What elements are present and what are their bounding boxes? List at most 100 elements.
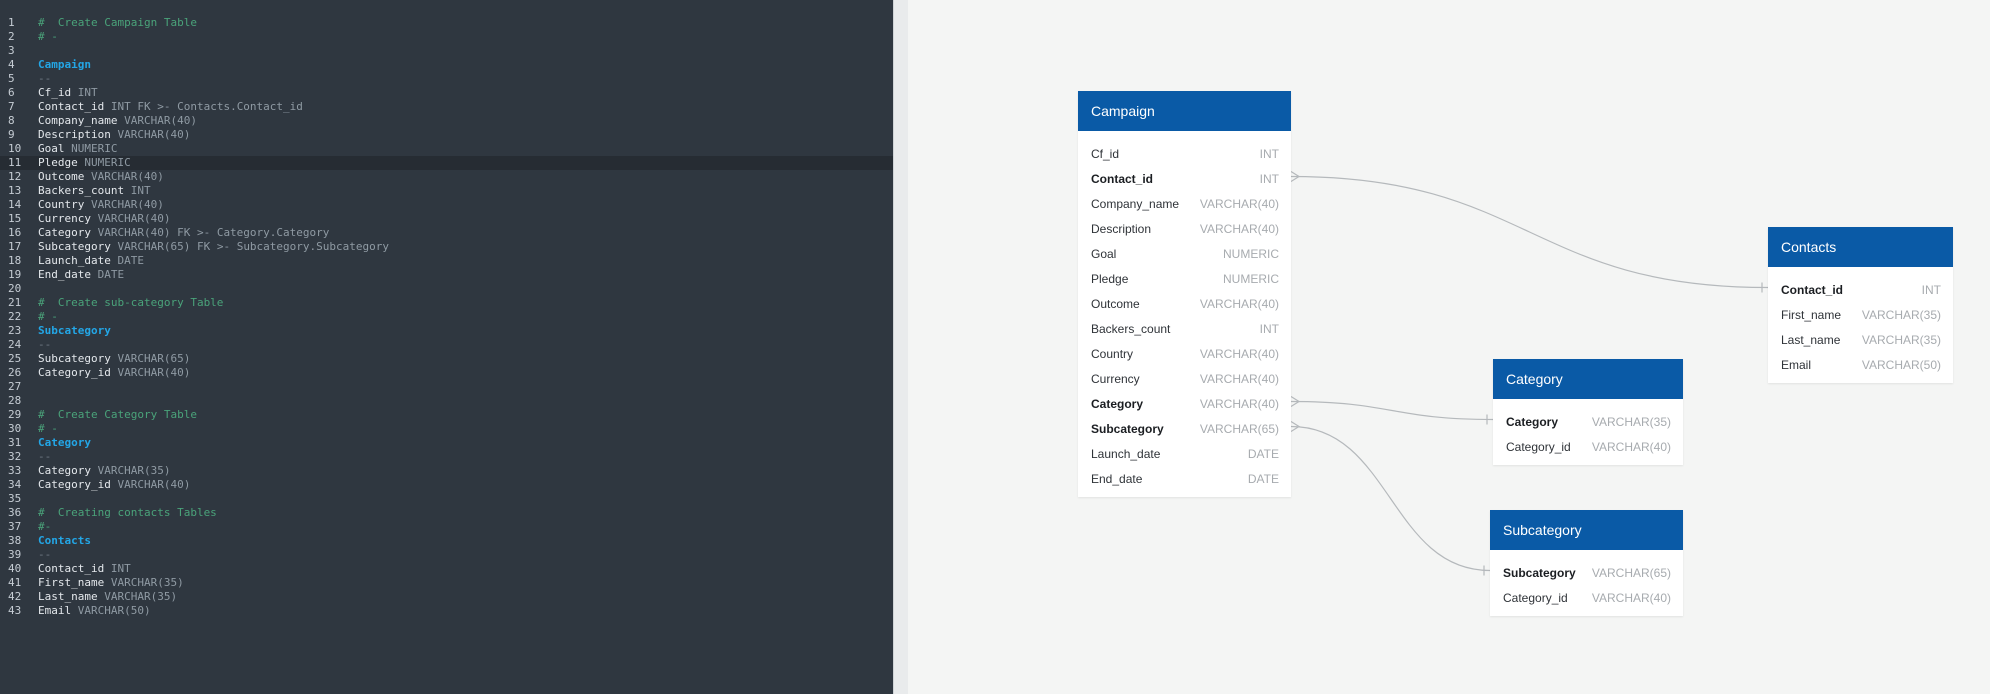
code-token-name: Contact_id <box>38 562 111 575</box>
column-row[interactable]: Goal NUMERIC <box>1078 241 1291 266</box>
code-line[interactable]: 3 <box>0 44 893 58</box>
column-row[interactable]: Subcategory VARCHAR(65) <box>1490 560 1683 585</box>
code-line[interactable]: 42 Last_name VARCHAR(35) <box>0 590 893 604</box>
code-line[interactable]: 35 <box>0 492 893 506</box>
line-number: 19 <box>8 268 22 281</box>
column-row[interactable]: Contact_id INT <box>1078 166 1291 191</box>
column-row[interactable]: Contact_id INT <box>1768 277 1953 302</box>
code-line[interactable]: 30 # - <box>0 422 893 436</box>
code-line[interactable]: 12 Outcome VARCHAR(40) <box>0 170 893 184</box>
code-line[interactable]: 43 Email VARCHAR(50) <box>0 604 893 618</box>
code-line[interactable]: 2 # - <box>0 30 893 44</box>
code-token-comment: # Create Category Table <box>38 408 197 421</box>
code-line[interactable]: 38 Contacts <box>0 534 893 548</box>
column-row[interactable]: Cf_id INT <box>1078 141 1291 166</box>
code-token-name: End_date <box>38 268 98 281</box>
code-editor[interactable]: 1 # Create Campaign Table 2 # - 3 4 Campaign 5 -… <box>0 0 893 694</box>
code-line[interactable]: 13 Backers_count INT <box>0 184 893 198</box>
code-token-table: Category <box>38 436 91 449</box>
code-line[interactable]: 17 Subcategory VARCHAR(65) FK >- Subcateg… <box>0 240 893 254</box>
code-line[interactable]: 14 Country VARCHAR(40) <box>0 198 893 212</box>
code-line[interactable]: 34 Category_id VARCHAR(40) <box>0 478 893 492</box>
code-line[interactable]: 37 #- <box>0 520 893 534</box>
table-title[interactable]: Contacts <box>1768 227 1953 267</box>
column-name: Description <box>1091 222 1152 236</box>
table-category[interactable]: Category Category VARCHAR(35) Category_id VA… <box>1493 359 1683 465</box>
code-line[interactable]: 41 First_name VARCHAR(35) <box>0 576 893 590</box>
code-line[interactable]: 27 <box>0 380 893 394</box>
code-line[interactable]: 31 Category <box>0 436 893 450</box>
column-row[interactable]: Category VARCHAR(40) <box>1078 391 1291 416</box>
column-row[interactable]: Description VARCHAR(40) <box>1078 216 1291 241</box>
column-row[interactable]: Subcategory VARCHAR(65) <box>1078 416 1291 441</box>
line-number: 33 <box>8 464 22 477</box>
column-name: Subcategory <box>1091 422 1164 436</box>
line-number: 29 <box>8 408 22 421</box>
line-number: 27 <box>8 380 22 393</box>
column-name: Launch_date <box>1091 447 1161 461</box>
code-line[interactable]: 5 -- <box>0 72 893 86</box>
pane-divider[interactable] <box>893 0 908 694</box>
code-line[interactable]: 24 -- <box>0 338 893 352</box>
code-line[interactable]: 15 Currency VARCHAR(40) <box>0 212 893 226</box>
column-row[interactable]: Company_name VARCHAR(40) <box>1078 191 1291 216</box>
code-token-table: Contacts <box>38 534 91 547</box>
column-row[interactable]: Last_name VARCHAR(35) <box>1768 327 1953 352</box>
code-line[interactable]: 33 Category VARCHAR(35) <box>0 464 893 478</box>
column-row[interactable]: Pledge NUMERIC <box>1078 266 1291 291</box>
code-line[interactable]: 32 -- <box>0 450 893 464</box>
table-title[interactable]: Category <box>1493 359 1683 399</box>
code-line[interactable]: 16 Category VARCHAR(40) FK >- Category.Ca… <box>0 226 893 240</box>
code-line[interactable]: 11 Pledge NUMERIC <box>0 156 893 170</box>
code-line[interactable]: 39 -- <box>0 548 893 562</box>
line-number: 23 <box>8 324 22 337</box>
table-contacts[interactable]: Contacts Contact_id INT First_name VARCHAR(3… <box>1768 227 1953 383</box>
column-row[interactable]: Outcome VARCHAR(40) <box>1078 291 1291 316</box>
code-text: Description VARCHAR(40) <box>38 128 190 142</box>
code-text: Subcategory VARCHAR(65) <box>38 352 190 366</box>
code-line[interactable]: 19 End_date DATE <box>0 268 893 282</box>
column-row[interactable]: Launch_date DATE <box>1078 441 1291 466</box>
column-row[interactable]: First_name VARCHAR(35) <box>1768 302 1953 327</box>
column-row[interactable]: Currency VARCHAR(40) <box>1078 366 1291 391</box>
column-row[interactable]: End_date DATE <box>1078 466 1291 491</box>
column-row[interactable]: Backers_count INT <box>1078 316 1291 341</box>
column-row[interactable]: Category_id VARCHAR(40) <box>1490 585 1683 610</box>
column-row[interactable]: Country VARCHAR(40) <box>1078 341 1291 366</box>
code-token-name: Launch_date <box>38 254 118 267</box>
code-token-type: VARCHAR(35) <box>104 590 178 603</box>
line-number: 28 <box>8 394 22 407</box>
column-row[interactable]: Category VARCHAR(35) <box>1493 409 1683 434</box>
code-line[interactable]: 21 # Create sub-category Table <box>0 296 893 310</box>
code-line[interactable]: 22 # - <box>0 310 893 324</box>
column-row[interactable]: Category_id VARCHAR(40) <box>1493 434 1683 459</box>
code-token-table: Campaign <box>38 58 91 71</box>
code-line[interactable]: 25 Subcategory VARCHAR(65) <box>0 352 893 366</box>
code-line[interactable]: 36 # Creating contacts Tables <box>0 506 893 520</box>
code-line[interactable]: 28 <box>0 394 893 408</box>
code-line[interactable]: 10 Goal NUMERIC <box>0 142 893 156</box>
code-line[interactable]: 7 Contact_id INT FK >- Contacts.Contact_i… <box>0 100 893 114</box>
code-line[interactable]: 6 Cf_id INT <box>0 86 893 100</box>
table-campaign[interactable]: Campaign Cf_id INT Contact_id INT Company_nam… <box>1078 91 1291 497</box>
code-line[interactable]: 8 Company_name VARCHAR(40) <box>0 114 893 128</box>
column-row[interactable]: Email VARCHAR(50) <box>1768 352 1953 377</box>
code-line[interactable]: 40 Contact_id INT <box>0 562 893 576</box>
table-title[interactable]: Subcategory <box>1490 510 1683 550</box>
code-line[interactable]: 23 Subcategory <box>0 324 893 338</box>
table-subcategory[interactable]: Subcategory Subcategory VARCHAR(65) Categor… <box>1490 510 1683 616</box>
code-token-name: Outcome <box>38 170 91 183</box>
code-token-name: Pledge <box>38 156 85 169</box>
code-line[interactable]: 20 <box>0 282 893 296</box>
code-line[interactable]: 26 Category_id VARCHAR(40) <box>0 366 893 380</box>
line-number: 16 <box>8 226 22 239</box>
code-token-type: VARCHAR(35) <box>110 576 184 589</box>
column-type: VARCHAR(40) <box>1199 347 1279 361</box>
code-line[interactable]: 29 # Create Category Table <box>0 408 893 422</box>
code-line[interactable]: 4 Campaign <box>0 58 893 72</box>
code-line[interactable]: 1 # Create Campaign Table <box>0 16 893 30</box>
code-line[interactable]: 9 Description VARCHAR(40) <box>0 128 893 142</box>
table-title[interactable]: Campaign <box>1078 91 1291 131</box>
code-line[interactable]: 18 Launch_date DATE <box>0 254 893 268</box>
column-name: Currency <box>1091 372 1140 386</box>
